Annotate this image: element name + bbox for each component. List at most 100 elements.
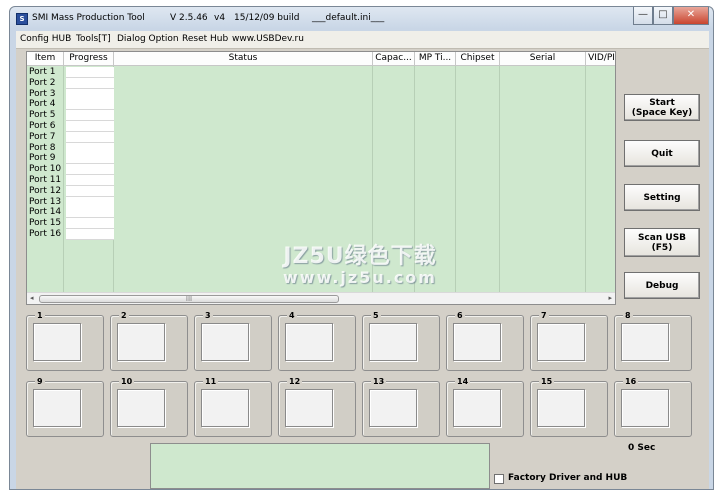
col-divider [455,66,456,292]
scroll-grip-icon: III [185,295,193,303]
port-progress-cell [66,207,114,219]
port-row-label[interactable]: Port 6 [29,121,55,132]
device-status-box [369,323,417,361]
client-area: Config HUB Tools[T] Dialog Option Reset … [16,31,709,489]
col-vid-pid[interactable]: VID/PI [586,52,615,66]
watermark-line-2: www.jz5u.com [283,268,437,287]
device-slot[interactable]: 1 [26,311,104,371]
device-slot-number: 10 [119,377,135,386]
device-status-box [621,389,669,427]
app-window: S SMI Mass Production Tool V 2.5.46 v4 1… [9,6,714,490]
port-row-label[interactable]: Port 2 [29,78,55,89]
app-name: SMI Mass Production Tool [32,13,145,23]
factory-driver-label[interactable]: Factory Driver and HUB [508,473,627,483]
debug-button[interactable]: Debug [624,272,700,299]
quit-button[interactable]: Quit [624,140,700,167]
port-row-label[interactable]: Port 4 [29,99,55,110]
col-status[interactable]: Status [114,52,373,66]
port-row-label[interactable]: Port 13 [29,197,61,208]
device-slot-number: 8 [623,311,633,320]
port-row-label[interactable]: Port 11 [29,175,61,186]
device-slot[interactable]: 13 [362,377,440,437]
scroll-thumb[interactable]: III [39,295,339,303]
minimize-button[interactable]: — [633,7,653,25]
port-row-label[interactable]: Port 10 [29,164,61,175]
port-row-label[interactable]: Port 1 [29,67,55,78]
device-slot-number: 13 [371,377,387,386]
device-slot-number: 12 [287,377,303,386]
col-capacity[interactable]: Capac... [373,52,415,66]
start-button[interactable]: Start (Space Key) [624,94,700,121]
device-slot[interactable]: 10 [110,377,188,437]
watermark: JZ5U绿色下载 www.jz5u.com [270,245,450,287]
device-slot[interactable]: 16 [614,377,692,437]
title-bar[interactable]: S SMI Mass Production Tool V 2.5.46 v4 1… [10,7,713,31]
port-row-label[interactable]: Port 14 [29,207,61,218]
col-mp-time[interactable]: MP Ti... [415,52,456,66]
factory-driver-checkbox[interactable] [494,474,504,484]
build-date-label: 15/12/09 build [234,13,300,23]
port-progress-cell [66,99,114,111]
close-button[interactable]: ✕ [673,7,709,25]
port-row-label[interactable]: Port 9 [29,153,55,164]
device-slot[interactable]: 3 [194,311,272,371]
device-slot-number: 9 [35,377,45,386]
watermark-line-1: JZ5U绿色下载 [283,244,437,269]
menu-usbdev-link[interactable]: www.USBDev.ru [232,34,304,44]
port-row-label[interactable]: Port 12 [29,186,61,197]
device-status-box [33,389,81,427]
device-slot[interactable]: 11 [194,377,272,437]
port-progress-cell [66,121,114,132]
port-progress-cell [66,218,114,230]
menu-tools[interactable]: Tools[T] [76,34,111,44]
device-status-box [453,389,501,427]
device-slot-number: 11 [203,377,219,386]
menu-config-hub[interactable]: Config HUB [20,34,71,44]
menu-reset-hub[interactable]: Reset Hub [182,34,228,44]
col-divider [585,66,586,292]
device-slot-number: 2 [119,311,129,320]
menu-dialog-option[interactable]: Dialog Option [117,34,179,44]
col-chipset[interactable]: Chipset [456,52,500,66]
device-slot-number: 7 [539,311,549,320]
scroll-right-icon[interactable]: ▸ [608,294,612,302]
port-row-label[interactable]: Port 8 [29,143,55,154]
build-variant-label: v4 [214,13,226,23]
device-slot[interactable]: 14 [446,377,524,437]
port-row-label[interactable]: Port 7 [29,132,55,143]
device-slot[interactable]: 12 [278,377,356,437]
device-status-box [621,323,669,361]
port-row-label[interactable]: Port 3 [29,89,55,100]
app-icon: S [16,13,28,25]
device-slot[interactable]: 8 [614,311,692,371]
port-progress-cell [66,88,114,100]
col-item[interactable]: Item [27,52,64,66]
device-status-box [201,323,249,361]
port-row-label[interactable]: Port 16 [29,229,61,240]
port-progress-cell [66,185,114,197]
setting-button[interactable]: Setting [624,184,700,211]
horizontal-scrollbar[interactable]: ◂ III ▸ [27,292,615,304]
device-slot[interactable]: 7 [530,311,608,371]
device-slot[interactable]: 15 [530,377,608,437]
port-row-label[interactable]: Port 5 [29,110,55,121]
device-slot[interactable]: 9 [26,377,104,437]
device-slot-number: 5 [371,311,381,320]
device-slot-number: 1 [35,311,45,320]
col-progress[interactable]: Progress [64,52,114,66]
port-row-label[interactable]: Port 15 [29,218,61,229]
port-progress-cell [66,153,114,165]
device-status-box [453,323,501,361]
maximize-button[interactable]: □ [653,7,673,25]
port-progress-cell [66,229,114,240]
version-label: V 2.5.46 [170,13,208,23]
device-status-box [285,323,333,361]
device-slot[interactable]: 5 [362,311,440,371]
port-progress-cell [66,196,114,208]
device-slot[interactable]: 6 [446,311,524,371]
device-slot[interactable]: 2 [110,311,188,371]
scroll-left-icon[interactable]: ◂ [30,294,34,302]
device-slot[interactable]: 4 [278,311,356,371]
col-serial[interactable]: Serial [500,52,586,66]
scan-usb-button[interactable]: Scan USB (F5) [624,228,700,257]
